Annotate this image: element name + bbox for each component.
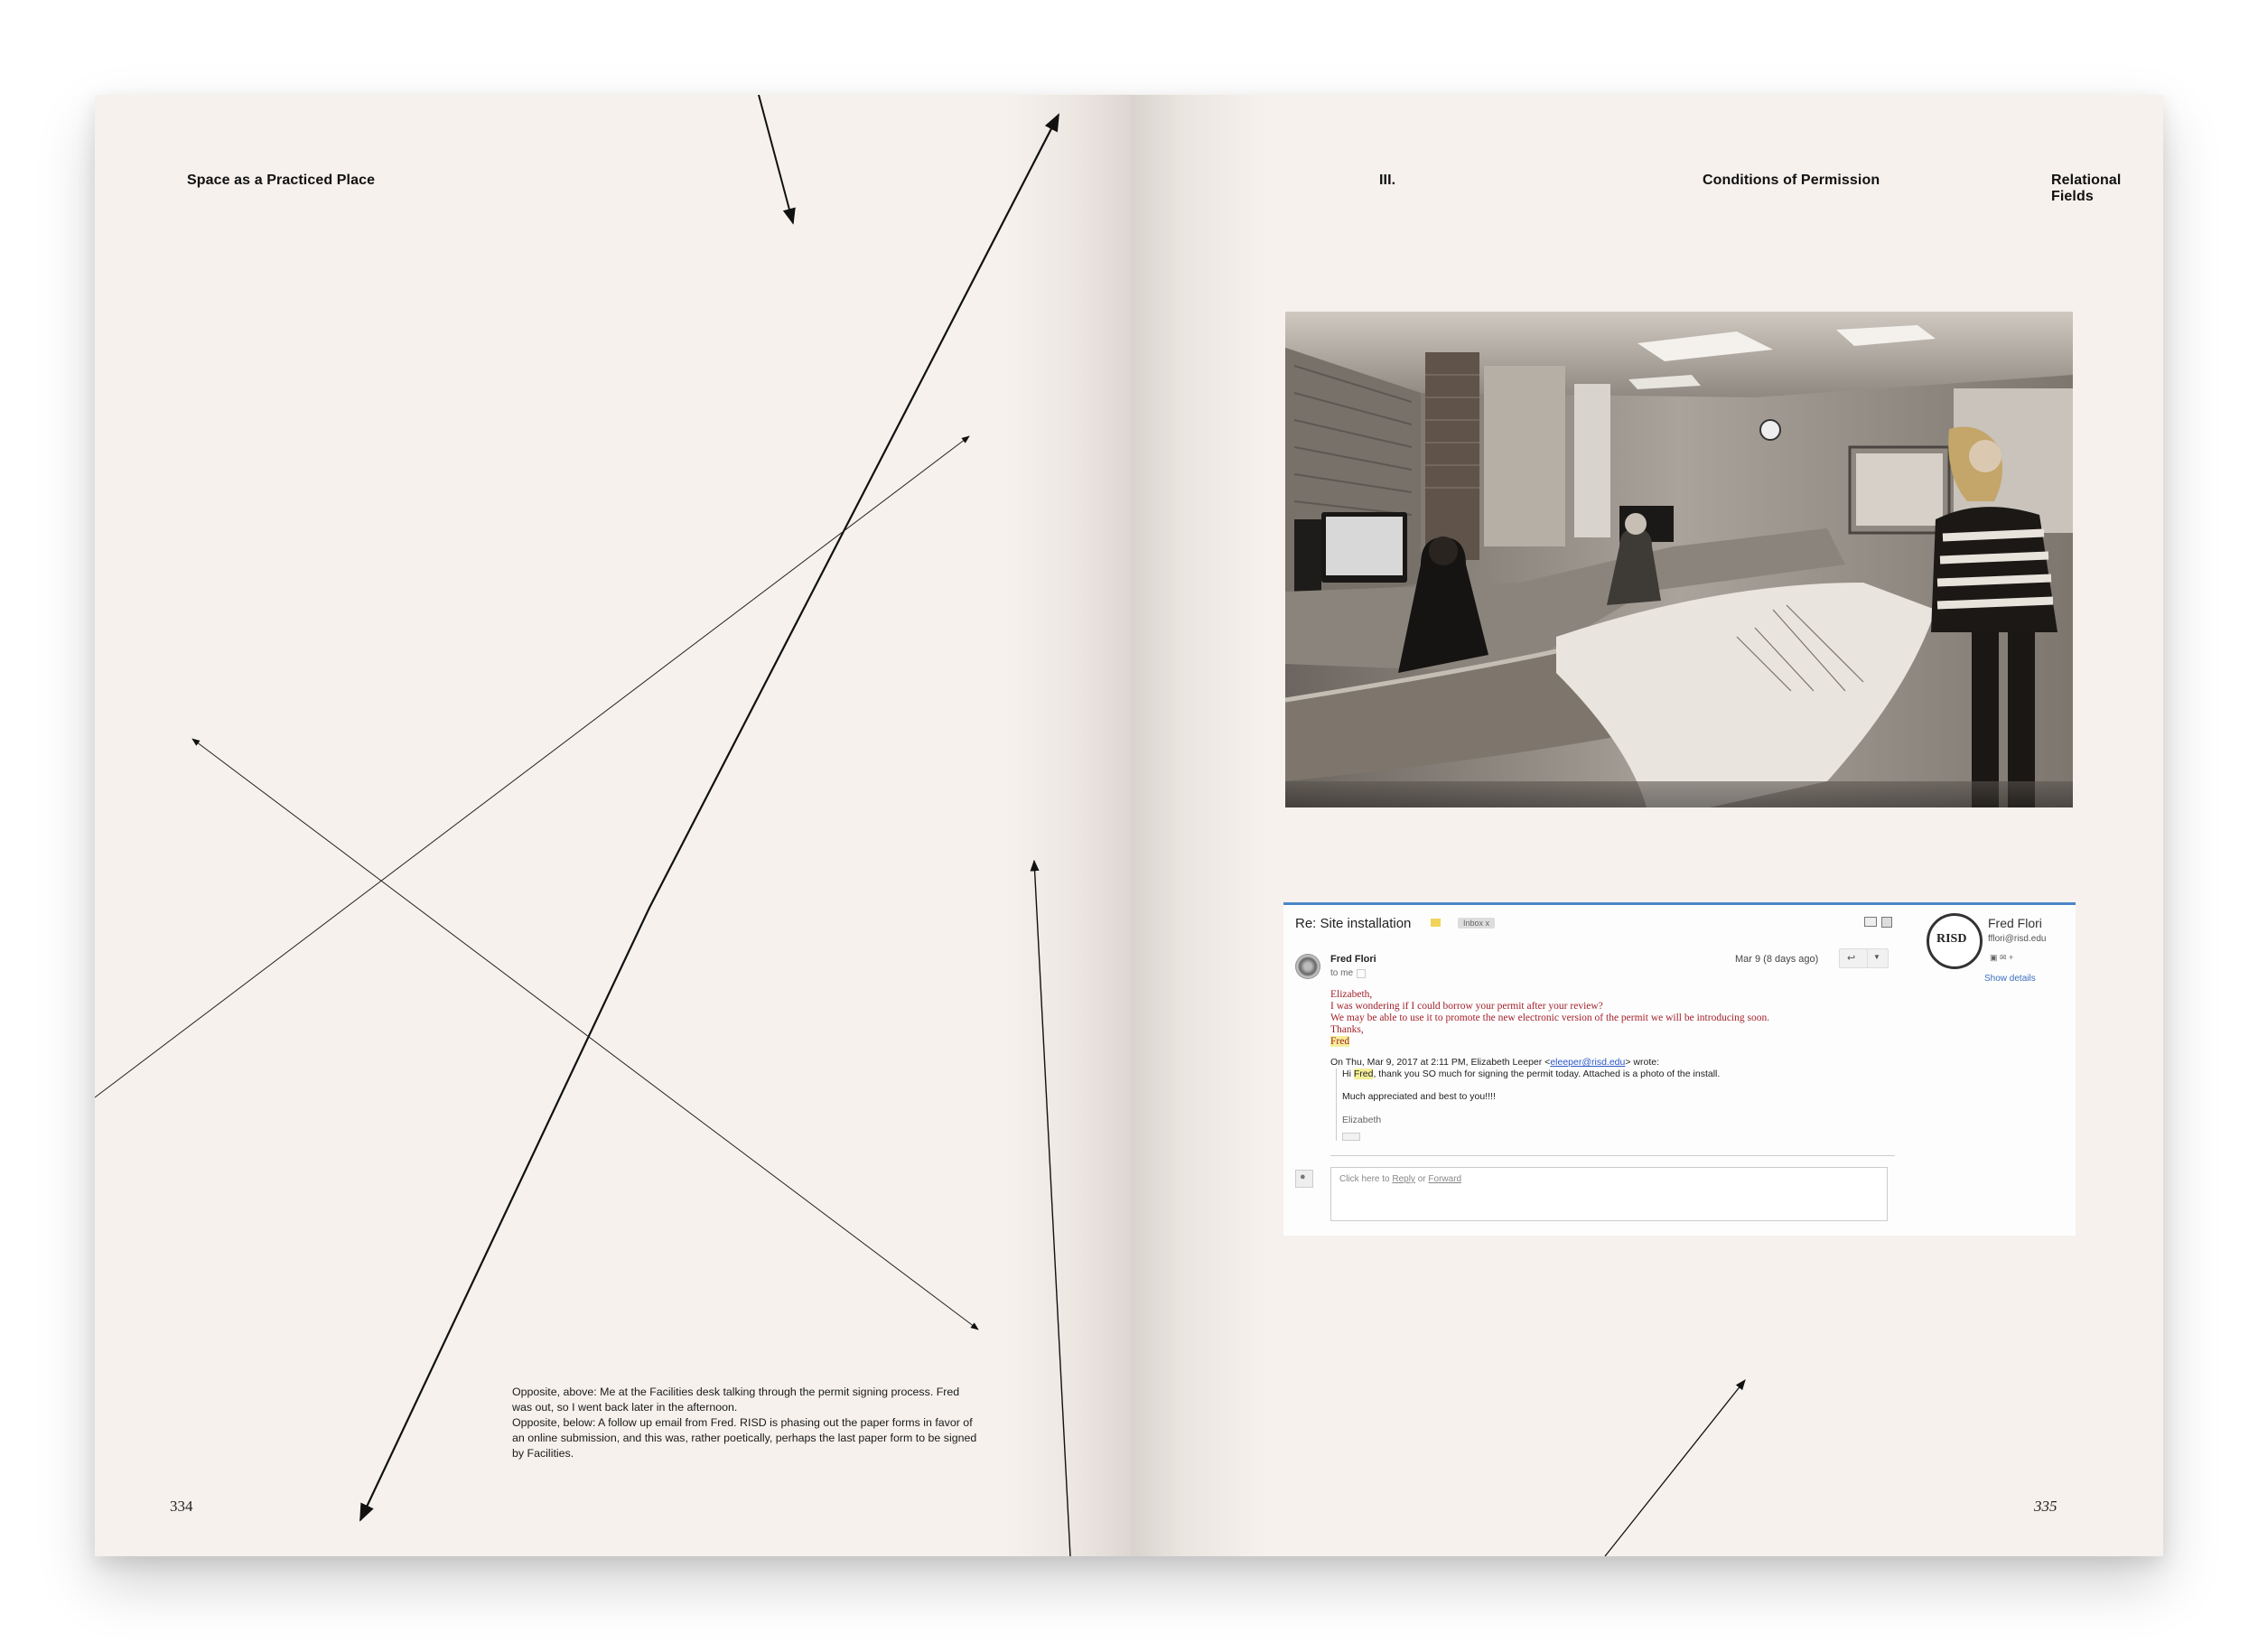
reply-link[interactable]: Reply: [1392, 1174, 1415, 1184]
quote-greeting: Hi: [1342, 1069, 1351, 1079]
signature: Fred: [1330, 1036, 1350, 1047]
reply-placeholder: Click here to Reply or Forward: [1339, 1174, 1461, 1184]
recipient-details-caret-icon[interactable]: [1357, 969, 1366, 978]
recipient-label: to me: [1330, 968, 1354, 978]
print-icon[interactable]: [1864, 917, 1877, 927]
show-details-link[interactable]: Show details: [1984, 974, 2036, 984]
body-line: Thanks,: [1330, 1024, 1364, 1035]
profile-email: fflori@risd.edu: [1988, 934, 2047, 944]
more-button[interactable]: ▼: [1867, 948, 1889, 968]
arrow-gutter: [1030, 859, 1071, 1556]
quote-email-link[interactable]: eleeper@risd.edu: [1550, 1057, 1625, 1068]
sender-avatar: [1295, 954, 1320, 979]
person-icon: ●: [1295, 1170, 1313, 1188]
email-subject: Re: Site installation: [1295, 916, 1412, 931]
quote-header: On Thu, Mar 9, 2017 at 2:11 PM, Elizabet…: [1330, 1057, 1659, 1068]
divider: [1330, 1155, 1895, 1156]
quote-text: , thank you SO much for signing the perm…: [1373, 1069, 1721, 1079]
arrow-up-right: [95, 435, 970, 1098]
profile-action-icons[interactable]: ▣ ✉ +: [1990, 953, 2013, 963]
quote-line-2: Much appreciated and best to you!!!!: [1342, 1091, 1496, 1102]
arrow-bottom-right: [1604, 1379, 1746, 1556]
important-marker-icon[interactable]: [1431, 919, 1441, 927]
profile-logo: RISD: [1927, 913, 1983, 969]
arrow-cross: [191, 738, 979, 1330]
quote-signature: Elizabeth: [1342, 1115, 1382, 1125]
sender-name: Fred Flori: [1330, 954, 1376, 965]
body-line: I was wondering if I could borrow your p…: [1330, 1001, 1603, 1012]
arrow-top-short: [758, 95, 796, 225]
email-body: Elizabeth, I was wondering if I could bo…: [1330, 989, 1769, 1048]
email-screenshot: Re: Site installation Inbox x Fred Flori…: [1283, 902, 2076, 1236]
reply-button[interactable]: ↩: [1839, 948, 1868, 968]
quote-header-end: > wrote:: [1625, 1057, 1660, 1068]
inbox-label[interactable]: Inbox x: [1458, 918, 1496, 929]
quoted-message: Hi Fred, thank you SO much for signing t…: [1336, 1069, 1902, 1141]
logo-text: RISD: [1936, 932, 1967, 946]
forward-link[interactable]: Forward: [1428, 1174, 1461, 1184]
email-date: Mar 9 (8 days ago): [1735, 954, 1819, 965]
body-line: We may be able to use it to promote the …: [1330, 1013, 1770, 1023]
reply-box[interactable]: Click here to Reply or Forward: [1330, 1167, 1888, 1221]
new-window-icon[interactable]: [1881, 917, 1892, 928]
quote-header-text: On Thu, Mar 9, 2017 at 2:11 PM, Elizabet…: [1330, 1057, 1551, 1068]
reply-icon: ↩: [1847, 953, 1856, 964]
quote-name: Fred: [1353, 1069, 1374, 1079]
reply-prefix: Click here to: [1339, 1174, 1390, 1184]
office-photo: [1285, 312, 2073, 807]
show-trimmed-content-icon[interactable]: [1342, 1133, 1360, 1141]
reply-or: or: [1417, 1174, 1426, 1184]
more-icon: ▼: [1873, 953, 1880, 961]
profile-name: Fred Flori: [1988, 916, 2042, 930]
body-line: Elizabeth,: [1330, 989, 1373, 1000]
